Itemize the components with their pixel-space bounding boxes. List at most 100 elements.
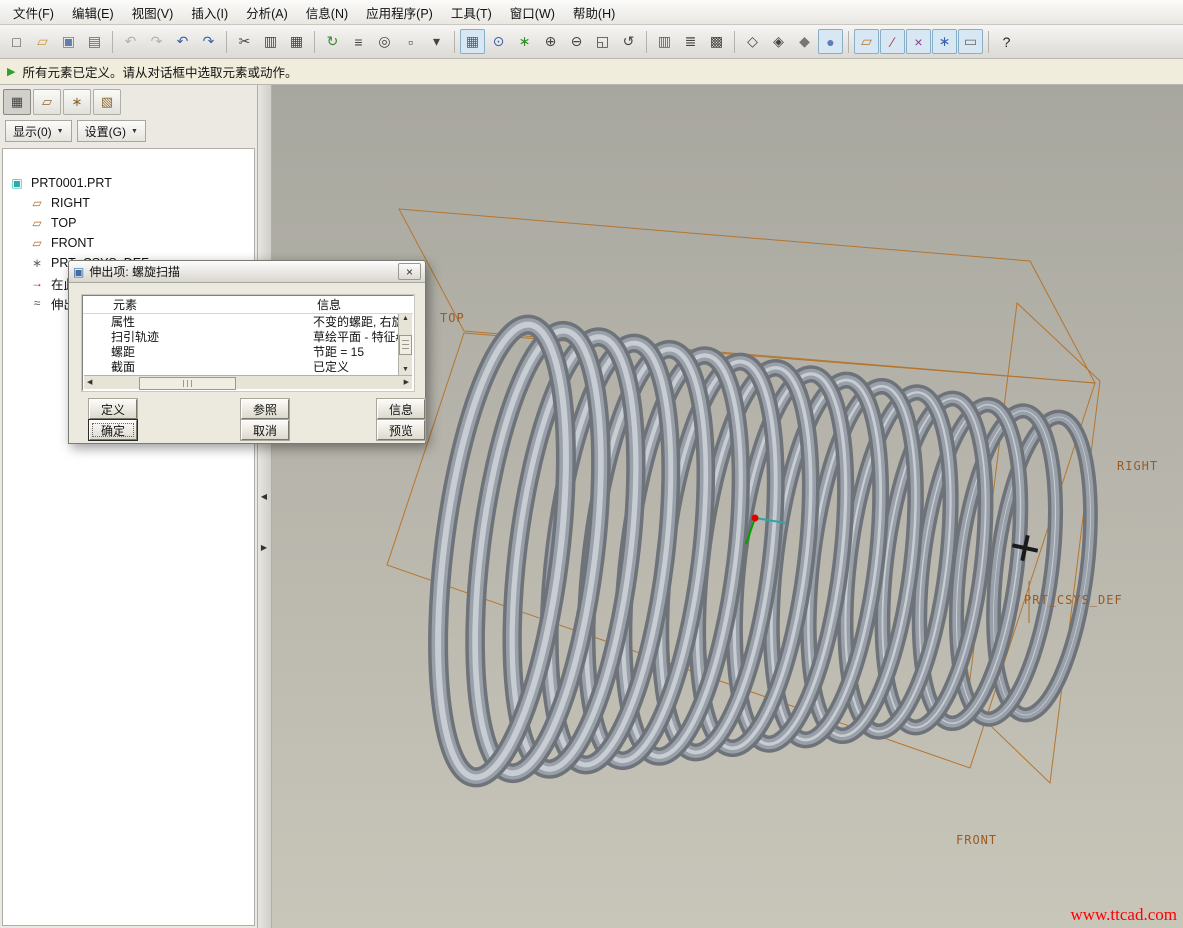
scroll-up-icon[interactable]: ▲ bbox=[402, 314, 409, 324]
menu-view[interactable]: 视图(V) bbox=[123, 0, 183, 25]
tree-item-label: RIGHT bbox=[51, 196, 90, 210]
spin-center-icon[interactable]: ∗ bbox=[512, 29, 537, 54]
menu-applications[interactable]: 应用程序(P) bbox=[357, 0, 442, 25]
vertical-scrollbar[interactable]: ▲ ▼ bbox=[398, 314, 412, 375]
print-icon[interactable]: ▤ bbox=[82, 29, 107, 54]
column-header-info: 信息 bbox=[313, 296, 413, 313]
vertical-scroll-thumb[interactable] bbox=[399, 335, 412, 355]
watermark-text: www.ttcad.com bbox=[1070, 905, 1177, 925]
preview-button[interactable]: 预览 bbox=[377, 420, 425, 440]
folder-browser-tab[interactable]: ▱ bbox=[33, 89, 61, 115]
helical-spring-geometry[interactable] bbox=[417, 318, 1106, 785]
scroll-left-icon[interactable]: ◀ bbox=[87, 378, 92, 388]
references-button[interactable]: 参照 bbox=[241, 399, 289, 419]
csys-display-icon[interactable]: ∗ bbox=[932, 29, 957, 54]
copy-icon[interactable]: ▥ bbox=[258, 29, 283, 54]
ok-button[interactable]: 确定 bbox=[89, 420, 137, 440]
element-row[interactable]: 扫引轨迹草绘平面 - 特征#2的 bbox=[83, 329, 399, 344]
helical-sweep-dialog: ▣ 伸出项: 螺旋扫描 × 元素 信息 属性不变的螺距, 右旋, 穿扫引轨迹草绘… bbox=[68, 260, 426, 444]
menu-analysis[interactable]: 分析(A) bbox=[237, 0, 297, 25]
toolbar-separator bbox=[734, 31, 735, 53]
settings-menu-button[interactable]: 设置(G) ▼ bbox=[77, 120, 146, 142]
zoom-out-icon[interactable]: ⊖ bbox=[564, 29, 589, 54]
toolbar-separator bbox=[226, 31, 227, 53]
tree-item-top-plane[interactable]: ▱TOP bbox=[3, 213, 254, 233]
point-display-icon[interactable]: × bbox=[906, 29, 931, 54]
menu-file[interactable]: 文件(F) bbox=[4, 0, 63, 25]
info-button[interactable]: 信息 bbox=[377, 399, 425, 419]
model-info-icon[interactable]: ≡ bbox=[346, 29, 371, 54]
select-dropdown-icon[interactable]: ▾ bbox=[424, 29, 449, 54]
toolbar-separator bbox=[314, 31, 315, 53]
menu-window[interactable]: 窗口(W) bbox=[501, 0, 564, 25]
redo-icon[interactable]: ↷ bbox=[196, 29, 221, 54]
collapse-panel-arrow[interactable]: ◀ bbox=[258, 483, 270, 509]
refit-icon[interactable]: ◱ bbox=[590, 29, 615, 54]
tree-item-label: PRT0001.PRT bbox=[31, 176, 112, 190]
element-row[interactable]: 属性不变的螺距, 右旋, 穿 bbox=[83, 314, 399, 329]
datum-orient-icon[interactable]: ⊙ bbox=[486, 29, 511, 54]
redo-disabled-icon: ↷ bbox=[144, 29, 169, 54]
status-message: 所有元素已定义。请从对话框中选取元素或动作。 bbox=[22, 62, 297, 81]
horizontal-scrollbar[interactable]: ◀ ▶ bbox=[84, 375, 412, 389]
annotation-display-icon[interactable]: ▭ bbox=[958, 29, 983, 54]
expand-panel-arrow[interactable]: ▶ bbox=[258, 534, 270, 560]
sketch-display-icon[interactable]: ▦ bbox=[460, 29, 485, 54]
wireframe-display-icon[interactable]: ◇ bbox=[740, 29, 765, 54]
axis-display-icon[interactable]: ∕ bbox=[880, 29, 905, 54]
scroll-down-icon[interactable]: ▼ bbox=[402, 365, 409, 375]
saved-views-icon[interactable]: ▥ bbox=[652, 29, 677, 54]
regenerate-icon[interactable]: ↻ bbox=[320, 29, 345, 54]
shaded-display-icon[interactable]: ● bbox=[818, 29, 843, 54]
new-file-icon[interactable]: □ bbox=[4, 29, 29, 54]
define-button[interactable]: 定义 bbox=[89, 399, 137, 419]
scroll-right-icon[interactable]: ▶ bbox=[404, 378, 409, 388]
hidden-line-display-icon[interactable]: ◈ bbox=[766, 29, 791, 54]
plane-display-icon[interactable]: ▱ bbox=[854, 29, 879, 54]
open-file-icon[interactable]: ▱ bbox=[30, 29, 55, 54]
paste-icon[interactable]: ▦ bbox=[284, 29, 309, 54]
layers-icon[interactable]: ≣ bbox=[678, 29, 703, 54]
status-bar: ▶ 所有元素已定义。请从对话框中选取元素或动作。 bbox=[0, 59, 1183, 85]
part-icon: ▣ bbox=[9, 176, 25, 190]
view-manager-icon[interactable]: ▩ bbox=[704, 29, 729, 54]
elements-table: 元素 信息 属性不变的螺距, 右旋, 穿扫引轨迹草绘平面 - 特征#2的螺距节距… bbox=[82, 295, 414, 391]
menu-help[interactable]: 帮助(H) bbox=[564, 0, 624, 25]
csys-icon: ∗ bbox=[29, 256, 45, 270]
reorient-icon[interactable]: ↺ bbox=[616, 29, 641, 54]
menu-edit[interactable]: 编辑(E) bbox=[63, 0, 123, 25]
main-toolbar: □▱▣▤↶↷↶↷✂▥▦↻≡◎▫▾▦⊙∗⊕⊖◱↺▥≣▩◇◈◆●▱∕×∗▭? bbox=[0, 25, 1183, 59]
favorites-tab[interactable]: ∗ bbox=[63, 89, 91, 115]
cut-icon[interactable]: ✂ bbox=[232, 29, 257, 54]
cancel-button[interactable]: 取消 bbox=[241, 420, 289, 440]
menu-bar: 文件(F)编辑(E)视图(V)插入(I)分析(A)信息(N)应用程序(P)工具(… bbox=[0, 0, 1183, 25]
tree-item-front-plane[interactable]: ▱FRONT bbox=[3, 233, 254, 253]
element-row[interactable]: 螺距节距 = 15 bbox=[83, 344, 399, 359]
undo-icon[interactable]: ↶ bbox=[170, 29, 195, 54]
element-info: 已定义 bbox=[311, 358, 399, 375]
menu-insert[interactable]: 插入(I) bbox=[182, 0, 237, 25]
menu-tools[interactable]: 工具(T) bbox=[442, 0, 501, 25]
zoom-in-icon[interactable]: ⊕ bbox=[538, 29, 563, 54]
find-icon[interactable]: ◎ bbox=[372, 29, 397, 54]
tree-item-right-plane[interactable]: ▱RIGHT bbox=[3, 193, 254, 213]
save-file-icon[interactable]: ▣ bbox=[56, 29, 81, 54]
datum-plane-icon: ▱ bbox=[29, 216, 45, 230]
model-tree-tab[interactable]: ▦ bbox=[3, 89, 31, 115]
element-row[interactable]: 截面已定义 bbox=[83, 359, 399, 374]
select-filter-icon[interactable]: ▫ bbox=[398, 29, 423, 54]
show-menu-button[interactable]: 显示(0) ▼ bbox=[5, 120, 72, 142]
no-hidden-display-icon[interactable]: ◆ bbox=[792, 29, 817, 54]
navigator-tabs: ▦▱∗▧ bbox=[0, 85, 257, 119]
close-icon[interactable]: × bbox=[398, 263, 421, 280]
history-tab[interactable]: ▧ bbox=[93, 89, 121, 115]
horizontal-scroll-thumb[interactable] bbox=[139, 377, 236, 390]
graphics-viewport[interactable]: TOP RIGHT FRONT PRT_CSYS_DEF www.ttcad.c… bbox=[272, 85, 1183, 928]
element-name: 截面 bbox=[83, 358, 311, 375]
tree-item-part-root[interactable]: ▣ PRT0001.PRT bbox=[3, 173, 254, 193]
context-help-icon[interactable]: ? bbox=[994, 29, 1019, 54]
front-plane-label: FRONT bbox=[956, 833, 997, 847]
dialog-title-bar[interactable]: ▣ 伸出项: 螺旋扫描 × bbox=[69, 261, 425, 283]
menu-info[interactable]: 信息(N) bbox=[297, 0, 357, 25]
panel-splitter[interactable]: ◀ ▶ bbox=[258, 85, 272, 928]
